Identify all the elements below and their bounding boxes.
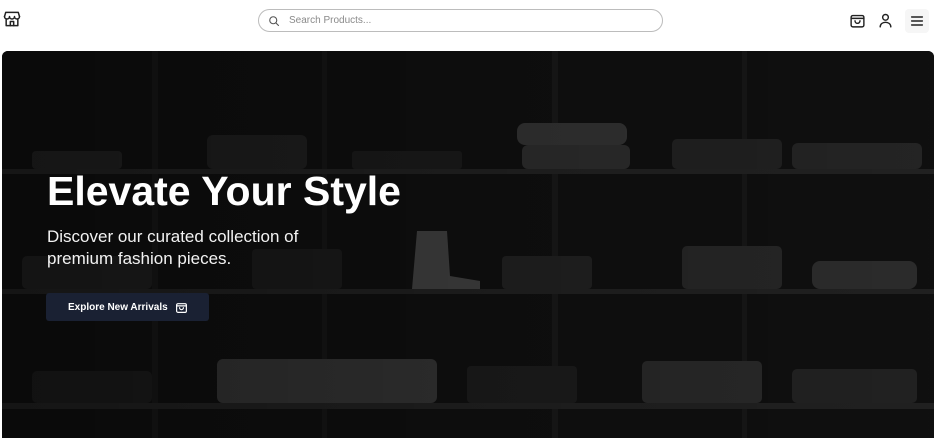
explore-new-arrivals-button[interactable]: Explore New Arrivals [46,293,209,321]
account-button[interactable] [876,11,894,29]
search-icon [268,15,280,27]
user-icon [877,12,894,29]
site-header [0,0,937,44]
hamburger-menu-icon [909,13,925,29]
store-icon[interactable] [2,9,22,29]
cart-button[interactable] [848,11,866,29]
hero-banner: Elevate Your Style Discover our curated … [2,51,934,438]
hero-subtitle: Discover our curated collection of premi… [47,227,299,268]
search-input[interactable] [289,15,649,26]
shopping-bag-icon [849,12,866,29]
menu-button[interactable] [905,9,929,33]
cta-label: Explore New Arrivals [68,301,168,313]
shopping-bag-icon [175,301,188,314]
hero-title: Elevate Your Style [47,168,401,214]
search-bar[interactable] [258,9,663,32]
